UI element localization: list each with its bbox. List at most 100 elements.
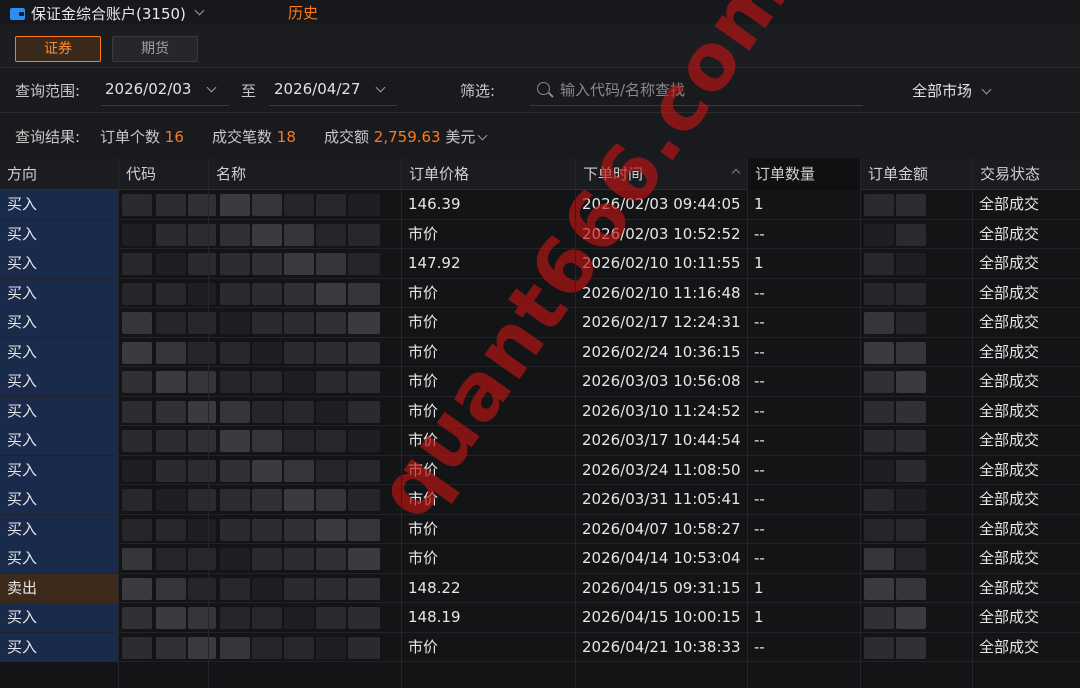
- range-label: 查询范围:: [15, 82, 81, 100]
- redacted-block: [284, 253, 314, 275]
- currency-selector[interactable]: 美元: [445, 128, 488, 146]
- redacted-block: [188, 430, 216, 452]
- table-row[interactable]: 买入 市价 2026/03/24 11:08:50 -- 全部成交: [0, 455, 1080, 485]
- trade-count-label: 成交笔数: [212, 128, 273, 146]
- column-header-direction[interactable]: 方向: [0, 158, 118, 190]
- redacted-block: [122, 489, 152, 511]
- redacted-block: [188, 548, 216, 570]
- direction-cell: 买入: [0, 455, 118, 485]
- redacted-block: [864, 548, 894, 570]
- price-cell: 148.19: [408, 608, 461, 626]
- account-label: 保证金综合账户(3150): [31, 5, 186, 23]
- redacted-block: [188, 371, 216, 393]
- redacted-block: [316, 371, 346, 393]
- table-row[interactable]: 卖出 148.22 2026/04/15 09:31:15 1 全部成交: [0, 573, 1080, 603]
- order-count-value: 16: [164, 128, 184, 146]
- table-row[interactable]: 买入 市价 2026/03/10 11:24:52 -- 全部成交: [0, 396, 1080, 426]
- redacted-block: [122, 371, 152, 393]
- market-selector[interactable]: 全部市场: [912, 80, 992, 101]
- table-row[interactable]: 买入 市价 2026/04/14 10:53:04 -- 全部成交: [0, 544, 1080, 574]
- direction-cell: 买入: [0, 485, 118, 514]
- redacted-block: [122, 312, 152, 334]
- direction-cell: 买入: [0, 544, 118, 573]
- table-row[interactable]: 买入 市价 2026/03/31 11:05:41 -- 全部成交: [0, 485, 1080, 515]
- redacted-block: [864, 518, 894, 541]
- column-header-name[interactable]: 名称: [208, 158, 402, 190]
- time-cell: 2026/02/03 10:52:52: [582, 224, 741, 243]
- table-row[interactable]: 买入 147.92 2026/02/10 10:11:55 1 全部成交: [0, 249, 1080, 279]
- column-header-amount[interactable]: 订单金额: [860, 158, 973, 190]
- table-row[interactable]: 买入 市价 2026/04/21 10:38:33 -- 全部成交: [0, 632, 1080, 662]
- status-cell: 全部成交: [979, 460, 1040, 479]
- table-row[interactable]: 买入 市价 2026/02/03 10:52:52 -- 全部成交: [0, 219, 1080, 249]
- table-row[interactable]: 买入 市价 2026/02/17 12:24:31 -- 全部成交: [0, 308, 1080, 338]
- search-input[interactable]: [560, 79, 850, 101]
- start-date-picker[interactable]: 2026/02/03: [101, 76, 229, 106]
- table-row[interactable]: 买入 市价 2026/03/03 10:56:08 -- 全部成交: [0, 367, 1080, 397]
- redacted-block: [252, 577, 282, 600]
- table-row[interactable]: 买入 市价 2026/03/17 10:44:54 -- 全部成交: [0, 426, 1080, 456]
- status-cell: 全部成交: [979, 490, 1040, 508]
- redacted-block: [896, 548, 926, 570]
- time-cell: 2026/04/14 10:53:04: [582, 549, 741, 567]
- redacted-block: [188, 489, 216, 511]
- table-row[interactable]: 买入 148.19 2026/04/15 10:00:15 1 全部成交: [0, 603, 1080, 633]
- redacted-block: [896, 194, 926, 216]
- chevron-down-icon: [981, 84, 992, 95]
- redacted-block: [864, 194, 894, 216]
- redacted-block: [864, 400, 894, 423]
- redacted-block: [220, 607, 250, 629]
- redacted-block: [156, 636, 186, 659]
- redacted-block: [896, 253, 926, 275]
- top-bar: 保证金综合账户(3150) 历史: [0, 0, 1080, 24]
- direction-cell: 买入: [0, 308, 118, 337]
- status-cell: 全部成交: [979, 313, 1040, 331]
- redacted-block: [220, 223, 250, 246]
- column-header-code[interactable]: 代码: [118, 158, 208, 190]
- to-label: 至: [241, 82, 257, 100]
- redacted-block: [348, 607, 380, 629]
- table-row[interactable]: 买入 市价 2026/04/07 10:58:27 -- 全部成交: [0, 514, 1080, 544]
- redacted-block: [896, 282, 926, 305]
- status-cell: 全部成交: [979, 608, 1040, 626]
- tab-securities[interactable]: 证券: [15, 36, 101, 62]
- trade-count-value: 18: [276, 128, 296, 146]
- redacted-block: [188, 253, 216, 275]
- time-cell: 2026/04/21 10:38:33: [582, 637, 741, 656]
- end-date-picker[interactable]: 2026/04/27: [269, 76, 397, 106]
- column-header-qty[interactable]: 订单数量: [747, 158, 861, 190]
- qty-cell: --: [754, 490, 765, 508]
- account-selector[interactable]: 保证金综合账户(3150): [10, 3, 205, 24]
- redacted-block: [122, 282, 152, 305]
- redacted-block: [896, 459, 926, 482]
- redacted-block: [122, 459, 152, 482]
- table-row[interactable]: 买入 市价 2026/02/24 10:36:15 -- 全部成交: [0, 337, 1080, 367]
- time-cell: 2026/02/10 11:16:48: [582, 283, 741, 302]
- column-header-price[interactable]: 订单价格: [401, 158, 576, 190]
- time-cell: 2026/02/17 12:24:31: [582, 313, 741, 331]
- status-cell: 全部成交: [979, 224, 1040, 243]
- redacted-block: [220, 400, 250, 423]
- redacted-block: [220, 371, 250, 393]
- table-row[interactable]: 买入 市价 2026/02/10 11:16:48 -- 全部成交: [0, 278, 1080, 308]
- history-tab[interactable]: 历史: [288, 2, 318, 23]
- time-cell: 2026/04/07 10:58:27: [582, 519, 741, 538]
- price-cell: 市价: [408, 313, 439, 331]
- search-box[interactable]: [530, 76, 863, 106]
- qty-cell: --: [754, 372, 765, 390]
- tab-futures[interactable]: 期货: [112, 36, 198, 62]
- sort-asc-icon[interactable]: [731, 168, 741, 178]
- order-count-label: 订单个数: [100, 128, 161, 146]
- status-cell: 全部成交: [979, 401, 1040, 420]
- redacted-block: [348, 636, 380, 659]
- status-cell: 全部成交: [979, 283, 1040, 302]
- direction-cell: 买入: [0, 603, 118, 632]
- redacted-block: [188, 636, 216, 659]
- column-header-time[interactable]: 下单时间: [575, 158, 747, 190]
- price-cell: 市价: [408, 460, 439, 479]
- table-row[interactable]: 买入 146.39 2026/02/03 09:44:05 1 全部成交: [0, 190, 1080, 220]
- redacted-block: [156, 282, 186, 305]
- redacted-block: [864, 312, 894, 334]
- price-cell: 市价: [408, 224, 439, 243]
- column-header-status[interactable]: 交易状态: [972, 158, 1080, 190]
